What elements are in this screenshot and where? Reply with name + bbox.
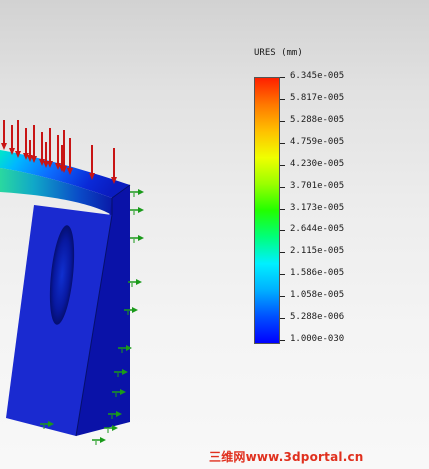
legend-tick-label: 1.058e-005 — [290, 290, 345, 301]
fixture-arrow-head — [136, 279, 142, 285]
legend-tick-label: 1.000e-030 — [290, 334, 345, 344]
legend-tick-mark — [280, 98, 285, 100]
legend-tick-label: 2.644e-005 — [290, 224, 345, 235]
legend-title: URES (mm) — [254, 48, 303, 58]
legend-tick-label: 4.759e-005 — [290, 136, 345, 147]
legend-tick-mark — [280, 208, 285, 210]
legend-tick-mark — [280, 142, 285, 144]
watermark-text: 三维网www.3dportal.cn — [209, 450, 364, 464]
legend-tick-mark — [280, 186, 285, 188]
fixture-arrow-head — [138, 189, 144, 195]
legend-tick-label: 6.345e-005 — [290, 71, 345, 81]
legend-tick-label: 1.586e-005 — [290, 268, 345, 279]
legend-tick-mark — [280, 230, 285, 232]
legend-tick-label: 3.173e-005 — [290, 202, 345, 213]
fixture-arrow-head — [138, 235, 144, 241]
legend-tick-mark — [280, 274, 285, 276]
legend-tick-mark — [280, 120, 285, 122]
fixture-arrow-head — [100, 437, 106, 443]
load-arrow-head — [1, 143, 7, 150]
legend-tick-mark — [280, 340, 285, 341]
watermark: 三维网www.3dportal.cn — [209, 446, 429, 468]
legend-tick-mark — [280, 252, 285, 254]
legend-color-bar — [254, 77, 280, 344]
legend-tick-mark — [280, 318, 285, 320]
fixture-arrow-head — [132, 307, 138, 313]
legend-tick-label: 2.115e-005 — [290, 246, 345, 257]
legend-tick-mark — [280, 77, 285, 78]
legend-tick-label: 5.817e-005 — [290, 92, 345, 103]
legend-tick-mark — [280, 164, 285, 166]
deformed-part[interactable] — [0, 150, 131, 437]
legend-tick-label: 5.288e-006 — [290, 312, 345, 323]
fixture-arrow-head — [112, 425, 118, 431]
legend-tick-mark — [280, 296, 285, 298]
legend-tick-label: 3.701e-005 — [290, 180, 345, 191]
legend-tick-label: 4.230e-005 — [290, 158, 345, 169]
fixture-arrow-head — [138, 207, 144, 213]
legend-tick-label: 5.288e-005 — [290, 114, 345, 125]
results-legend: URES (mm) 6.345e-005 5.817e-005 5.288e-005… — [254, 48, 429, 358]
